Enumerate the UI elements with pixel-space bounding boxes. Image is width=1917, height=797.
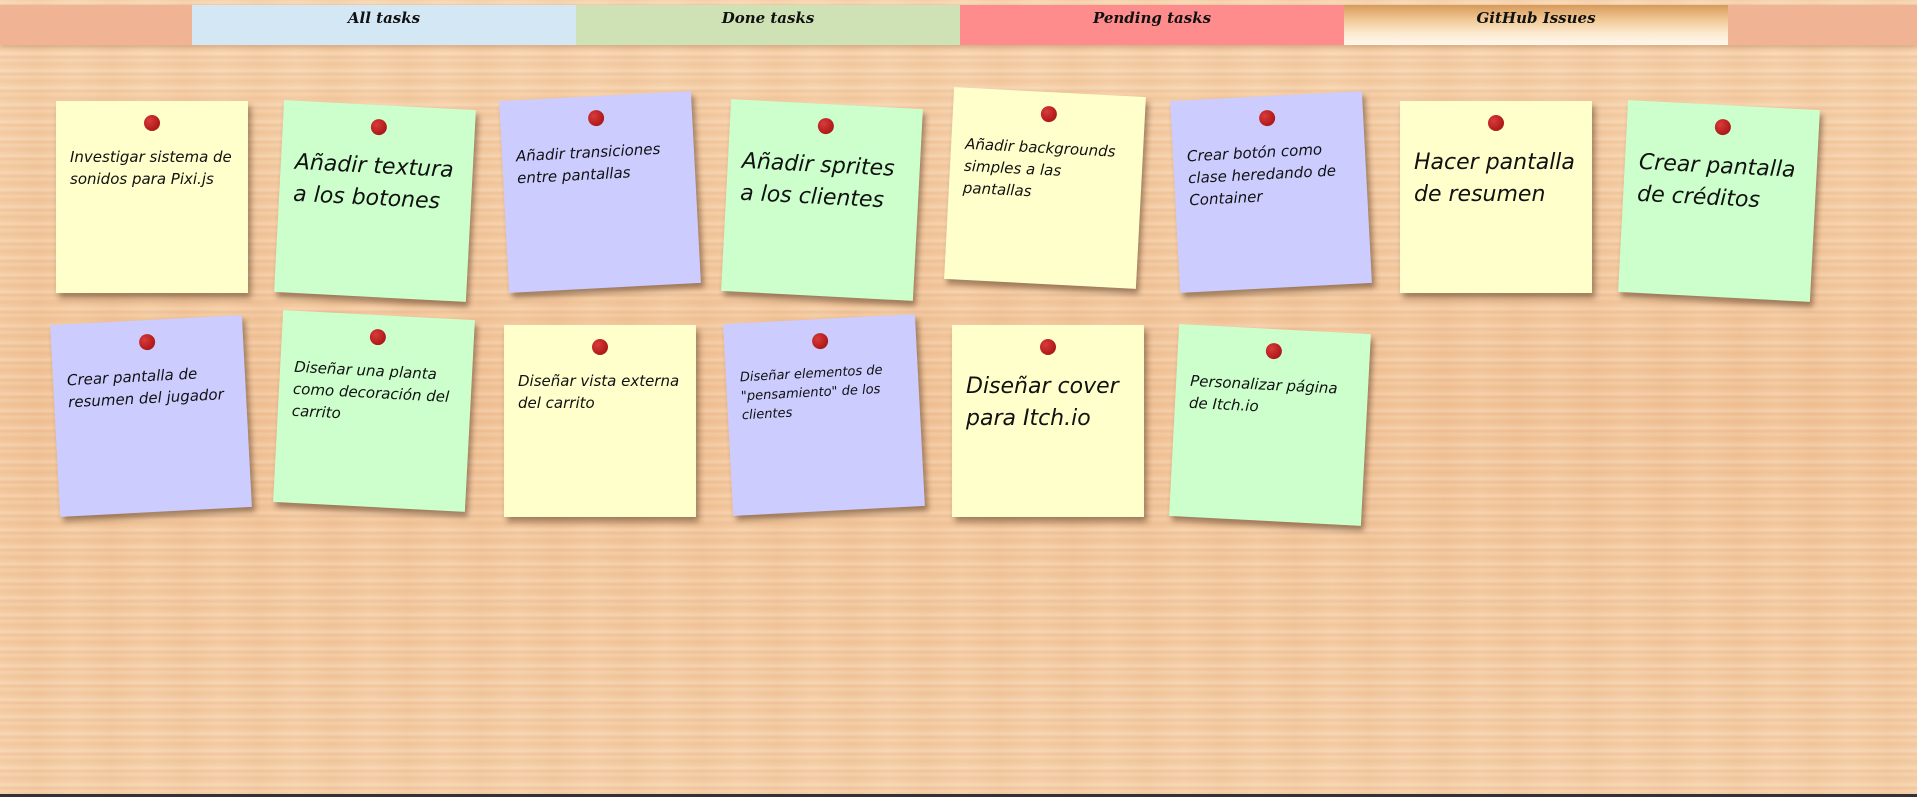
sticky-note[interactable]: Crear pantalla de resumen del jugador	[50, 315, 252, 517]
note-text: Diseñar una planta como decoración del c…	[291, 357, 450, 422]
pin-icon	[1265, 342, 1283, 360]
sticky-note[interactable]: Diseñar cover para Itch.io	[952, 325, 1144, 517]
note-text: Añadir sprites a los clientes	[739, 148, 896, 214]
tab-bar: All tasks Done tasks Pending tasks GitHu…	[0, 5, 1917, 45]
note-text: Crear botón como clase heredando de Cont…	[1186, 140, 1337, 209]
sticky-note[interactable]: Diseñar una planta como decoración del c…	[273, 310, 475, 512]
pin-icon	[811, 332, 829, 350]
note-text: Añadir backgrounds simples a las pantall…	[962, 134, 1116, 200]
sticky-note[interactable]: Investigar sistema de sonidos para Pixi.…	[56, 101, 248, 293]
sticky-note[interactable]: Crear pantalla de créditos	[1618, 100, 1820, 302]
note-text: Diseñar vista externa del carrito	[518, 372, 680, 412]
pin-icon	[369, 328, 387, 346]
note-text: Crear pantalla de créditos	[1636, 149, 1797, 214]
pin-icon	[592, 339, 608, 355]
sticky-note[interactable]: Añadir textura a los botones	[274, 100, 476, 302]
pin-icon	[144, 115, 160, 131]
note-text: Añadir transiciones entre pantallas	[515, 139, 661, 188]
pin-icon	[1040, 105, 1058, 123]
pin-icon	[1040, 339, 1056, 355]
pin-icon	[1488, 115, 1504, 131]
sticky-note[interactable]: Añadir backgrounds simples a las pantall…	[944, 87, 1146, 289]
tab-github-issues[interactable]: GitHub Issues	[1344, 5, 1728, 45]
sticky-note[interactable]: Personalizar página de Itch.io	[1169, 324, 1371, 526]
note-text: Investigar sistema de sonidos para Pixi.…	[70, 148, 232, 188]
sticky-note[interactable]: Añadir transiciones entre pantallas	[499, 91, 701, 293]
tab-done-tasks[interactable]: Done tasks	[576, 5, 960, 45]
sticky-note[interactable]: Añadir sprites a los clientes	[721, 99, 923, 301]
pin-icon	[370, 118, 388, 136]
pin-icon	[1714, 118, 1732, 136]
pin-icon	[817, 117, 835, 135]
note-text: Personalizar página de Itch.io	[1188, 371, 1339, 416]
sticky-note[interactable]: Diseñar vista externa del carrito	[504, 325, 696, 517]
note-text: Hacer pantalla de resumen	[1414, 150, 1575, 207]
tab-pending-tasks[interactable]: Pending tasks	[960, 5, 1344, 45]
note-text: Diseñar cover para Itch.io	[966, 374, 1119, 431]
sticky-note[interactable]: Diseñar elementos de "pensamiento" de lo…	[723, 314, 925, 516]
pin-icon	[1258, 109, 1276, 127]
sticky-note[interactable]: Hacer pantalla de resumen	[1400, 101, 1592, 293]
pin-icon	[138, 333, 156, 351]
note-text: Añadir textura a los botones	[292, 149, 455, 215]
note-text: Diseñar elementos de "pensamiento" de lo…	[739, 362, 883, 423]
note-text: Crear pantalla de resumen del jugador	[66, 364, 225, 412]
sticky-note[interactable]: Crear botón como clase heredando de Cont…	[1170, 91, 1372, 293]
pin-icon	[587, 109, 605, 127]
tab-all-tasks[interactable]: All tasks	[192, 5, 576, 45]
